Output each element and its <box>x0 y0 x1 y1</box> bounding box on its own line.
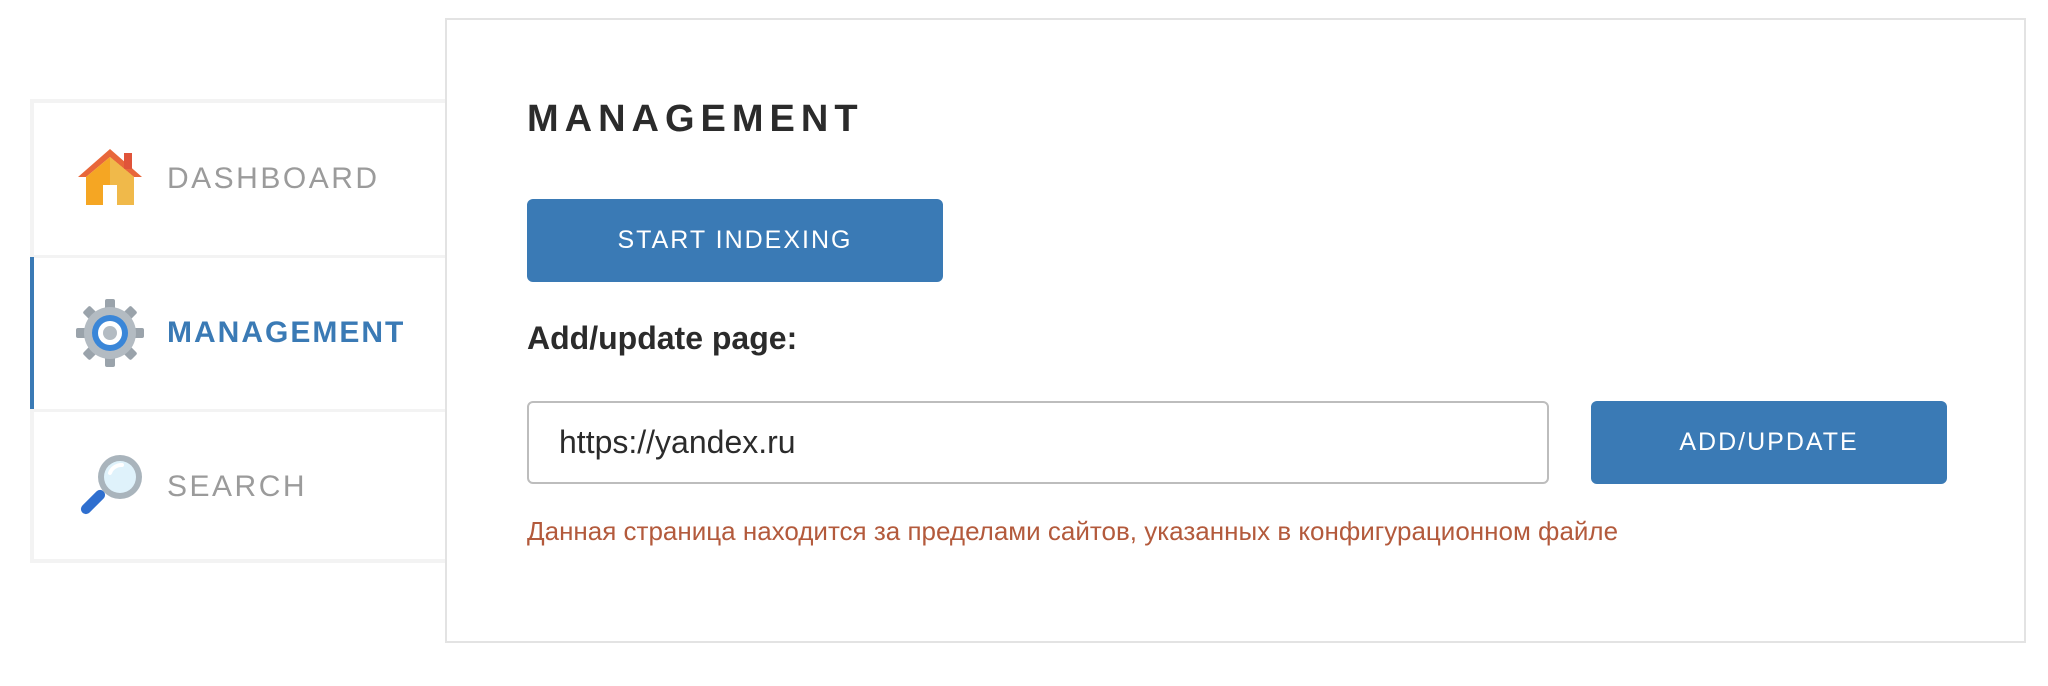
url-input[interactable]: https://yandex.ru <box>527 401 1549 484</box>
start-indexing-button[interactable]: START INDEXING <box>527 199 943 282</box>
add-update-button[interactable]: ADD/UPDATE <box>1591 401 1947 484</box>
gear-icon <box>76 299 144 367</box>
page-title: MANAGEMENT <box>527 98 864 140</box>
sidebar-item-label: DASHBOARD <box>167 162 380 195</box>
sidebar-item-label: MANAGEMENT <box>167 316 406 349</box>
url-input-value: https://yandex.ru <box>559 424 796 460</box>
sidebar-item-search[interactable]: SEARCH <box>34 411 446 563</box>
magnifier-icon <box>80 455 142 515</box>
sidebar-nav: DASHBOARD MANAGEMENT SEARCH <box>30 99 446 563</box>
sidebar-item-management[interactable]: MANAGEMENT <box>30 257 446 409</box>
add-update-label: Add/update page: <box>527 320 798 356</box>
management-panel: MANAGEMENT START INDEXING Add/update pag… <box>445 18 2026 643</box>
house-icon <box>78 149 142 205</box>
error-message: Данная страница находится за пределами с… <box>527 516 1619 546</box>
sidebar-item-dashboard[interactable]: DASHBOARD <box>34 103 446 255</box>
sidebar-item-label: SEARCH <box>167 470 308 503</box>
